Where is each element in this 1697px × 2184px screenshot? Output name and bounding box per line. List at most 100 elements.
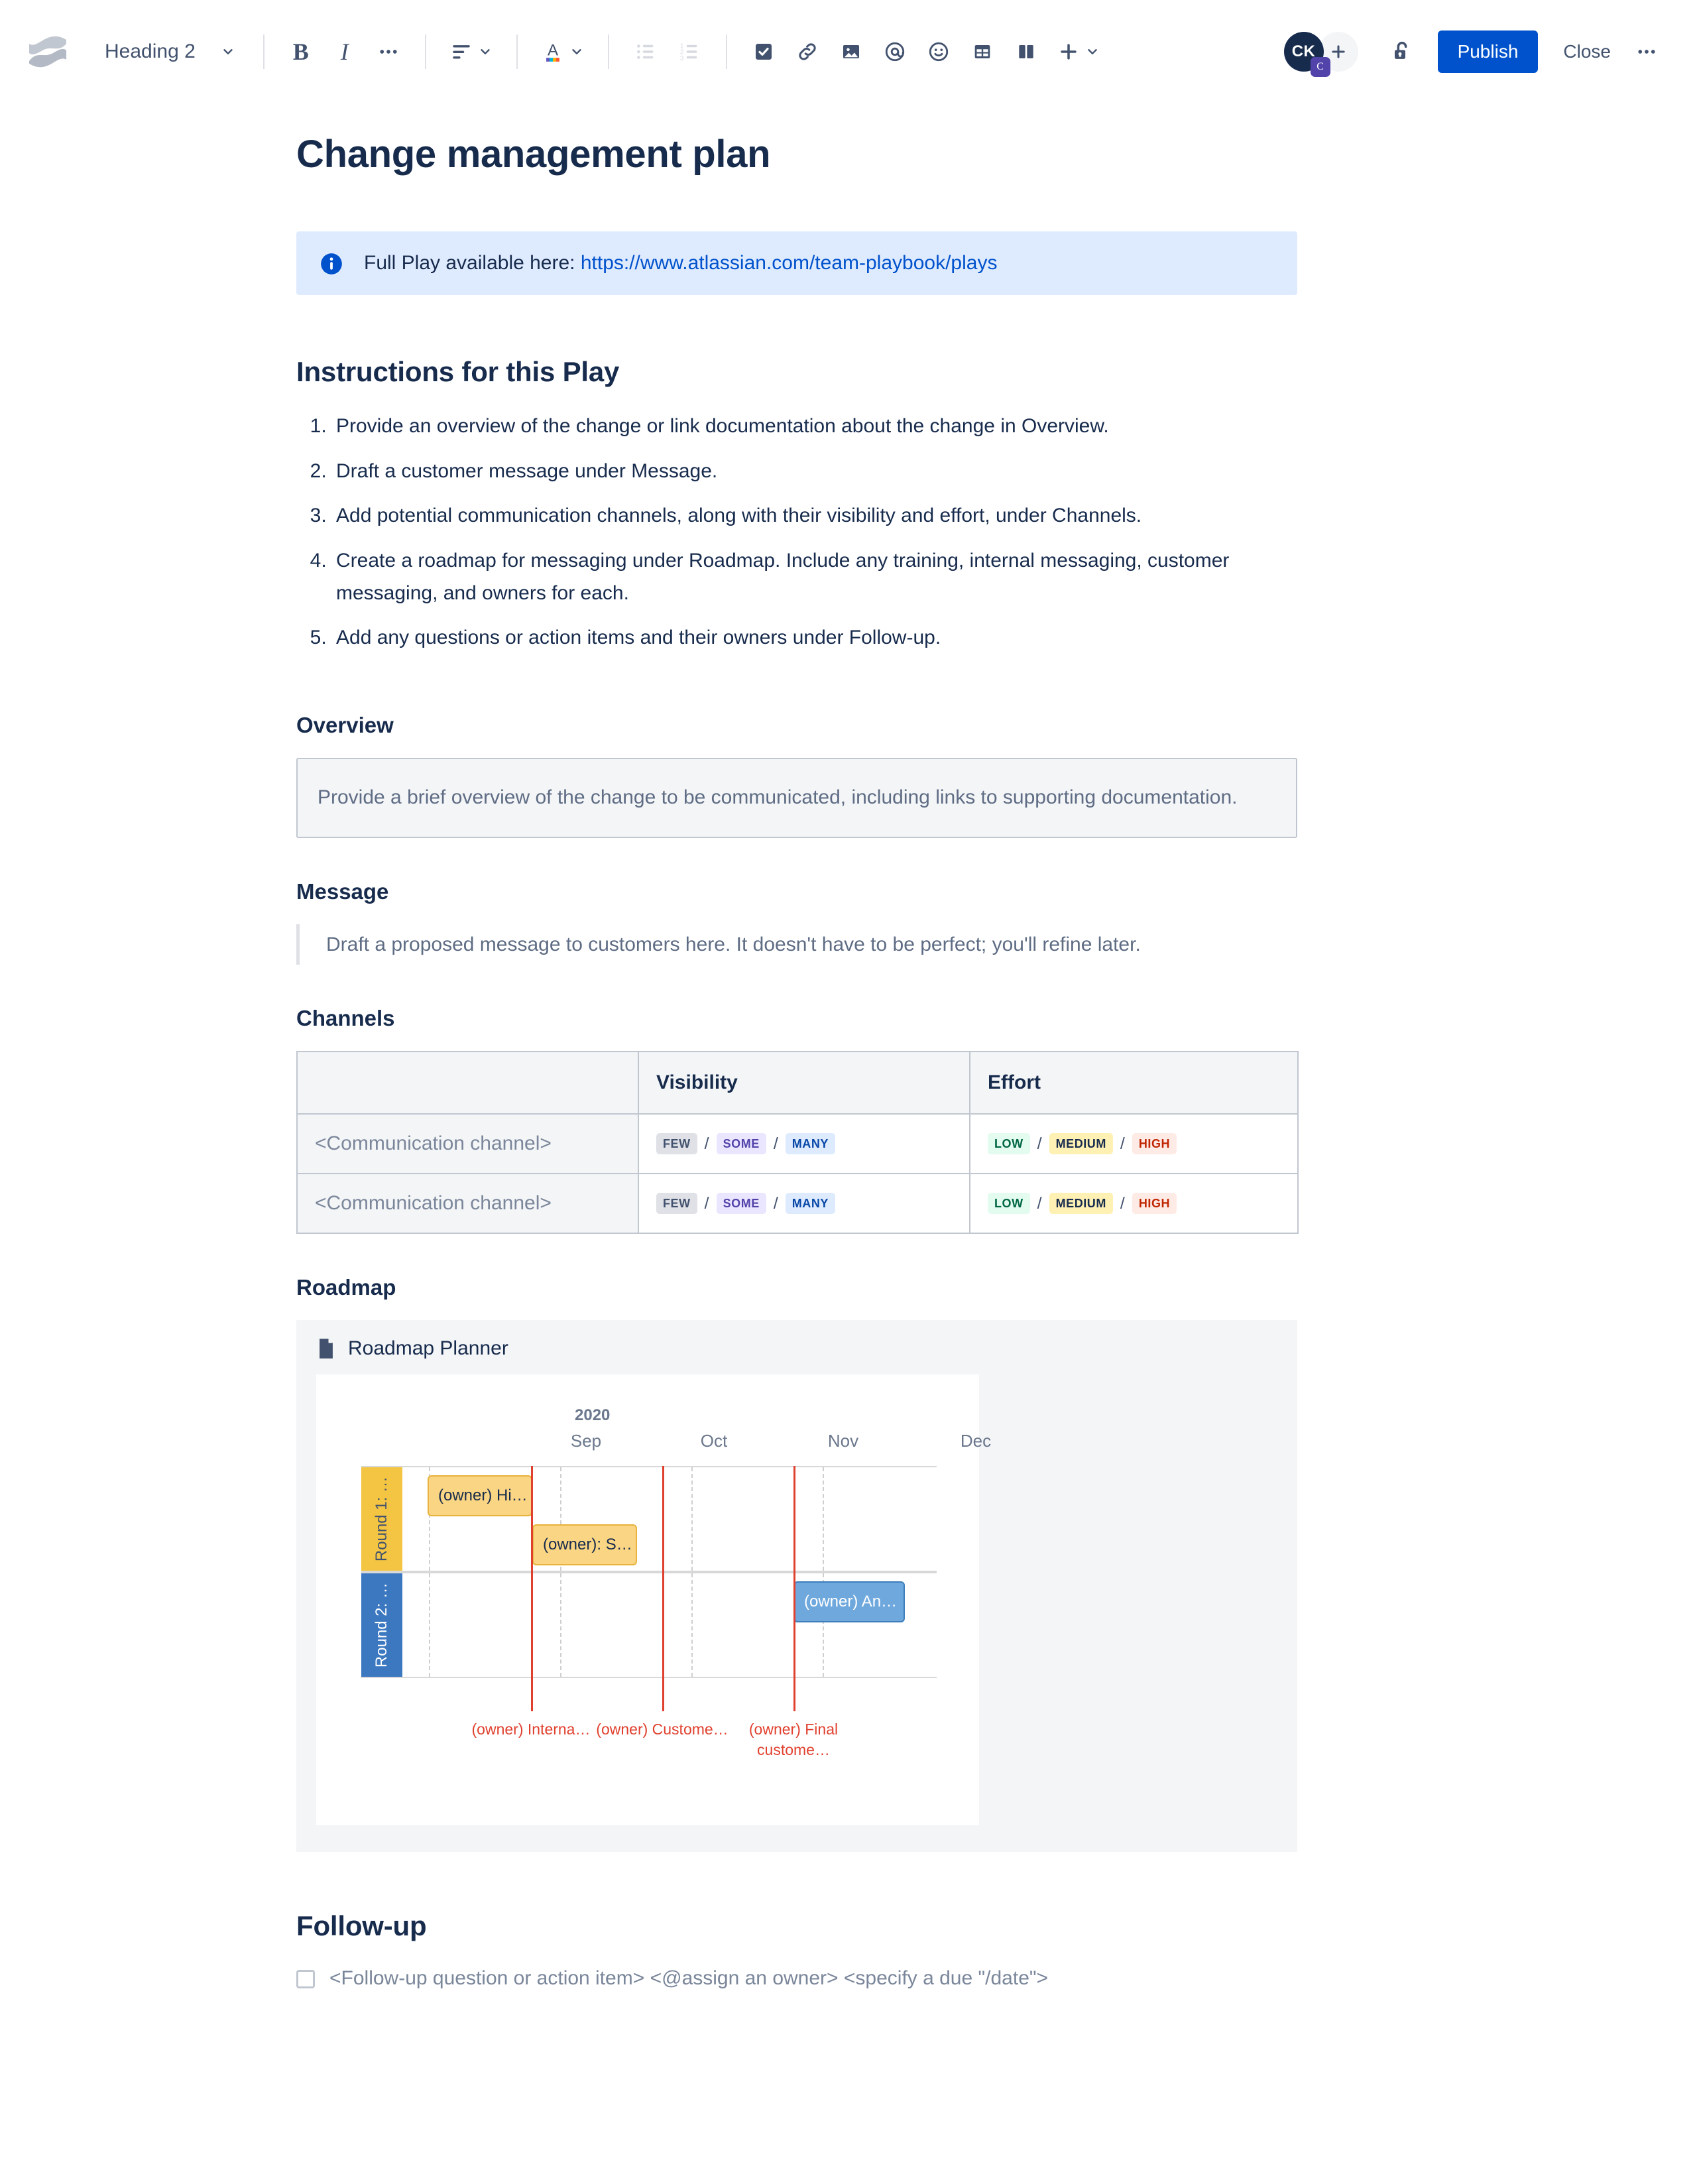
link-button[interactable]: [786, 30, 829, 74]
visibility-cell[interactable]: FEW / SOME / MANY: [638, 1173, 970, 1235]
italic-icon: I: [340, 38, 349, 65]
layout-button[interactable]: [1004, 30, 1048, 74]
lozenge-some[interactable]: SOME: [716, 1133, 766, 1155]
playbook-link[interactable]: https://www.atlassian.com/team-playbook/…: [581, 252, 998, 274]
layout-columns-icon: [1019, 44, 1033, 58]
overview-placeholder-box[interactable]: Provide a brief overview of the change t…: [296, 757, 1297, 839]
checkbox-icon: [755, 43, 772, 60]
message-heading: Message: [296, 879, 389, 904]
followup-heading: Follow-up: [296, 1910, 427, 1942]
channels-table: Visibility Effort <Communication channel…: [296, 1051, 1299, 1235]
lozenge-few[interactable]: FEW: [656, 1133, 697, 1155]
message-blockquote[interactable]: Draft a proposed message to customers he…: [296, 924, 1297, 965]
roadmap-macro-header: Roadmap Planner: [296, 1320, 1297, 1374]
page-icon: [320, 1339, 333, 1359]
avatar-product-badge: C: [1310, 56, 1330, 77]
italic-button[interactable]: I: [323, 30, 367, 74]
image-icon: [843, 44, 859, 58]
lozenge-medium[interactable]: MEDIUM: [1049, 1133, 1113, 1155]
lozenge-many[interactable]: MANY: [785, 1133, 835, 1155]
milestone-label[interactable]: (owner) Final custome…: [727, 1719, 860, 1760]
overview-placeholder-text: Provide a brief overview of the change t…: [318, 786, 1238, 808]
lane-body: (owner) Hi… (owner): S…: [402, 1467, 937, 1571]
lozenge-low[interactable]: LOW: [988, 1193, 1030, 1215]
action-item-button[interactable]: [742, 30, 786, 74]
more-formatting-button[interactable]: [367, 30, 410, 74]
lozenge-high[interactable]: HIGH: [1132, 1193, 1177, 1215]
numbered-list-icon: 1 2 3: [680, 42, 697, 62]
mention-button[interactable]: [873, 30, 917, 74]
instructions-heading: Instructions for this Play: [296, 356, 620, 388]
roadmap-month-sep: Sep: [570, 1431, 602, 1451]
numbered-list-button[interactable]: 1 2 3: [668, 30, 711, 74]
image-button[interactable]: [829, 30, 873, 74]
milestone-label[interactable]: (owner) Interna…: [465, 1719, 597, 1740]
lane-label-round-2[interactable]: Round 2: …: [361, 1573, 402, 1677]
roadmap-bar-label: (owner) Hi…: [438, 1486, 528, 1505]
roadmap-heading: Roadmap: [296, 1275, 396, 1300]
channel-name-cell[interactable]: <Communication channel>: [296, 1173, 639, 1235]
roadmap-month-nov: Nov: [827, 1431, 859, 1451]
close-button[interactable]: Close: [1549, 30, 1625, 73]
followup-task-text[interactable]: <Follow-up question or action item> <@as…: [329, 1965, 1048, 1992]
lozenge-many[interactable]: MANY: [785, 1193, 835, 1215]
channels-table-body: <Communication channel> FEW / SOME / MAN…: [296, 1113, 1299, 1235]
bold-button[interactable]: B: [279, 30, 323, 74]
ellipsis-icon: [1638, 49, 1655, 54]
column-header-visibility: Visibility: [638, 1051, 970, 1115]
table-row: <Communication channel> FEW / SOME / MAN…: [296, 1113, 1299, 1175]
milestone-line[interactable]: [793, 1466, 795, 1712]
roadmap-macro-title: Roadmap Planner: [348, 1337, 508, 1360]
roadmap-bar[interactable]: (owner) An…: [793, 1581, 905, 1623]
list-item: Create a roadmap for messaging under Roa…: [332, 545, 1297, 609]
confluence-logo-icon: [27, 30, 69, 73]
bullet-list-icon: [636, 44, 654, 59]
channel-name-cell[interactable]: <Communication channel>: [296, 1113, 639, 1175]
ellipsis-icon: [380, 49, 397, 54]
list-item: Provide an overview of the change or lin…: [332, 410, 1297, 443]
roadmap-bar[interactable]: (owner) Hi…: [428, 1475, 532, 1517]
text-color-button[interactable]: A: [532, 30, 593, 74]
roadmap-year-label: 2020: [575, 1406, 611, 1425]
table-row: <Communication channel> FEW / SOME / MAN…: [296, 1173, 1299, 1235]
table-icon: [974, 44, 990, 58]
lozenge-separator: /: [704, 1193, 709, 1213]
lozenge-some[interactable]: SOME: [716, 1193, 766, 1215]
milestone-label[interactable]: (owner) Custome…: [596, 1719, 729, 1740]
info-icon: [321, 253, 342, 274]
chevron-down-icon: [223, 48, 233, 54]
list-item: Add potential communication channels, al…: [332, 500, 1297, 532]
restrictions-button[interactable]: [1381, 30, 1423, 73]
heading-style-select[interactable]: Heading 2: [95, 28, 249, 76]
publish-button[interactable]: Publish: [1437, 30, 1539, 73]
insert-more-button[interactable]: [1048, 30, 1109, 74]
text-align-button[interactable]: [441, 30, 502, 74]
svg-text:A: A: [548, 41, 559, 59]
roadmap-bar[interactable]: (owner): S…: [532, 1524, 637, 1566]
milestone-line[interactable]: [531, 1466, 533, 1712]
lane-label-text: Round 2: …: [373, 1583, 390, 1668]
lozenge-medium[interactable]: MEDIUM: [1049, 1193, 1113, 1215]
effort-cell[interactable]: LOW / MEDIUM / HIGH: [969, 1173, 1299, 1235]
message-placeholder-text: Draft a proposed message to customers he…: [326, 934, 1141, 956]
lozenge-few[interactable]: FEW: [656, 1193, 697, 1215]
page-title[interactable]: Change management plan: [296, 133, 1297, 177]
lozenge-high[interactable]: HIGH: [1132, 1133, 1177, 1155]
visibility-cell[interactable]: FEW / SOME / MANY: [638, 1113, 970, 1175]
milestone-line[interactable]: [662, 1466, 664, 1712]
more-options-button[interactable]: [1625, 30, 1668, 73]
roadmap-lane: Round 1: … (owner) Hi… (owner): S…: [361, 1466, 937, 1573]
visibility-lozenges: FEW / SOME / MANY: [656, 1193, 952, 1215]
bullet-list-button[interactable]: [624, 30, 668, 74]
lozenge-low[interactable]: LOW: [988, 1133, 1030, 1155]
task-checkbox[interactable]: [296, 1970, 315, 1989]
effort-cell[interactable]: LOW / MEDIUM / HIGH: [969, 1113, 1299, 1175]
emoji-icon: [929, 42, 948, 61]
table-button[interactable]: [961, 30, 1004, 74]
roadmap-planner-macro[interactable]: Roadmap Planner 2020 Sep Oct Nov Dec Rou…: [296, 1320, 1297, 1852]
column-header-effort: Effort: [969, 1051, 1299, 1115]
table-header-row: Visibility Effort: [296, 1051, 1299, 1115]
chevron-down-icon: [481, 48, 490, 54]
emoji-button[interactable]: [917, 30, 961, 74]
lane-label-round-1[interactable]: Round 1: …: [361, 1467, 402, 1571]
